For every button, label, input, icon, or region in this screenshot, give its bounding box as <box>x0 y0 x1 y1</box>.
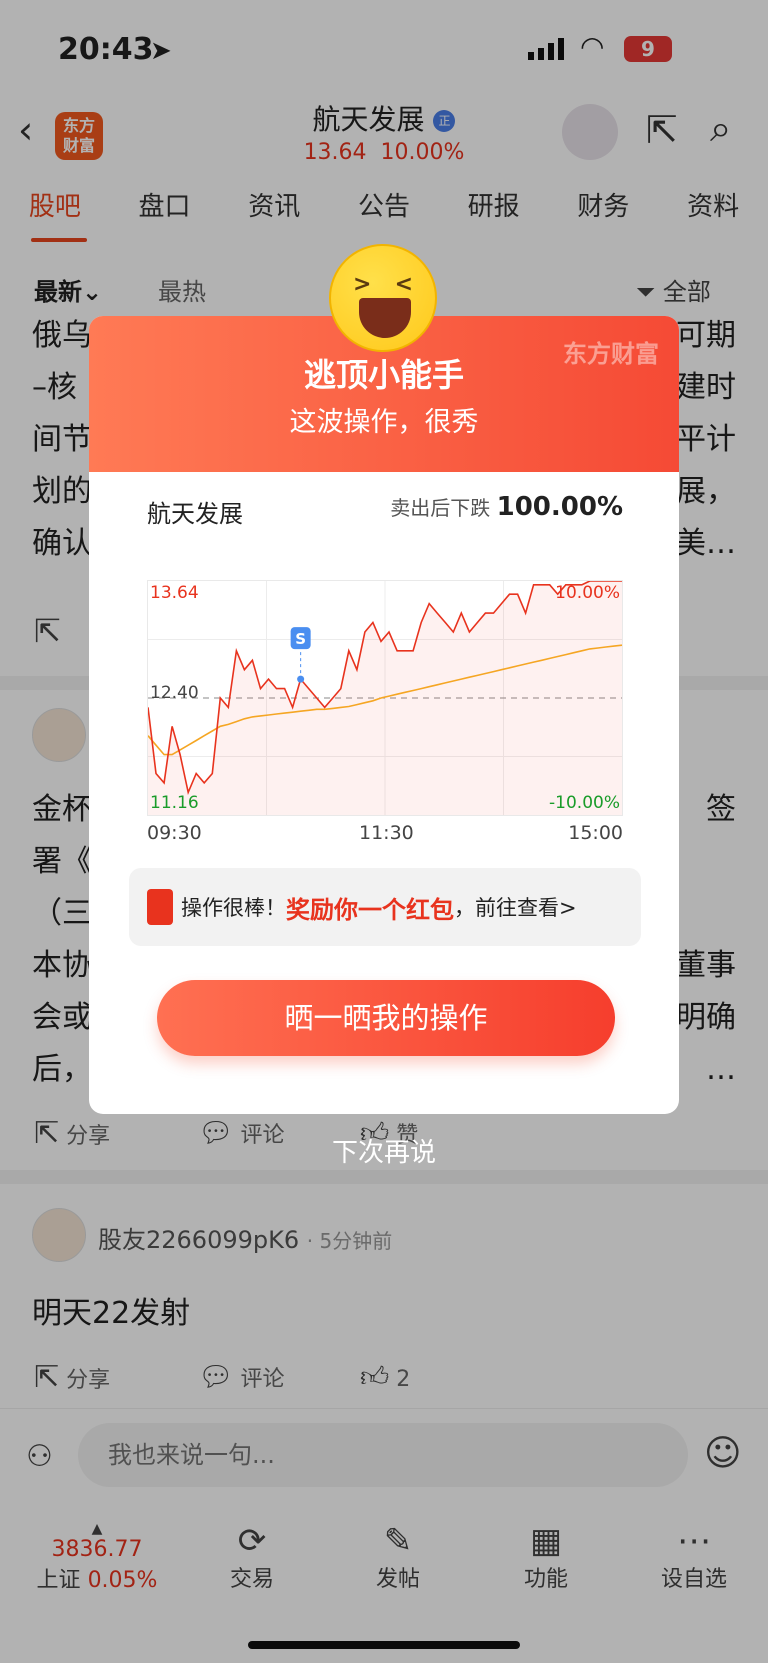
intraday-chart-svg: S <box>147 580 623 815</box>
after-sell-value: 100.00% <box>496 492 623 522</box>
dismiss-link[interactable]: 下次再说 <box>0 1132 768 1169</box>
sell-marker-label: S <box>295 630 306 648</box>
pct-bottom-label: -10.00% <box>549 793 620 813</box>
pct-top-label: 10.00% <box>555 583 620 603</box>
x-label-open: 09:30 <box>147 822 202 844</box>
reward-modal: 东方财富 逃顶小能手 这波操作，很秀 航天发展 卖出后下跌 100.00% S … <box>89 316 679 1114</box>
laughing-face-icon: > < <box>329 244 437 352</box>
x-label-close: 15:00 <box>568 822 623 844</box>
reward-prefix: 操作很棒！ <box>181 896 286 920</box>
modal-stock-name: 航天发展 <box>147 500 243 528</box>
after-sell-stat: 卖出后下跌 100.00% <box>390 492 623 522</box>
red-envelope-icon <box>147 889 173 925</box>
after-sell-label: 卖出后下跌 <box>390 496 491 520</box>
modal-subtitle: 这波操作，很秀 <box>289 407 479 438</box>
modal-title: 逃顶小能手 <box>303 356 464 394</box>
reward-highlight: 奖励你一个红包 <box>286 895 454 924</box>
y-top-label: 13.64 <box>150 583 199 603</box>
y-bottom-label: 11.16 <box>150 793 199 813</box>
share-operation-button[interactable]: 晒一晒我的操作 <box>157 980 615 1056</box>
y-mid-label: 12.40 <box>150 683 199 703</box>
sell-point <box>297 675 305 683</box>
reward-banner[interactable]: 操作很棒！ 奖励你一个红包 ，前往查看> <box>129 868 641 946</box>
reward-suffix: ，前往查看> <box>454 896 577 920</box>
x-label-mid: 11:30 <box>359 822 414 844</box>
intraday-chart: S 13.64 10.00% 12.40 11.16 -10.00% <box>147 580 623 816</box>
